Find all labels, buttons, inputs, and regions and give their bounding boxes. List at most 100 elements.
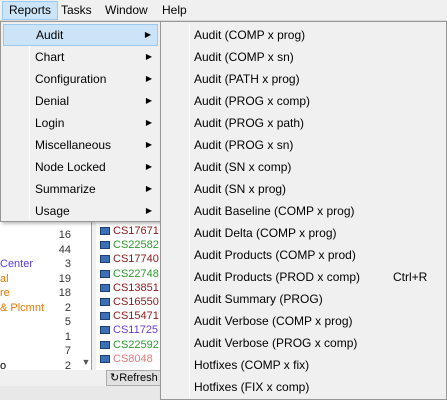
submenu-item[interactable]: Audit (PROG x comp) bbox=[163, 90, 444, 112]
tree-row-count: 19 bbox=[58, 272, 71, 285]
computer-icon bbox=[100, 241, 110, 250]
menu-item-audit[interactable]: Audit ▶ bbox=[3, 24, 158, 46]
submenu-item[interactable]: Audit (SN x prog) bbox=[163, 178, 444, 200]
menu-item-node-locked[interactable]: Node Locked ▶ bbox=[3, 156, 158, 178]
list-item[interactable]: CS22748 bbox=[100, 267, 159, 281]
tree-row-name: re bbox=[0, 287, 10, 299]
menu-item-login[interactable]: Login ▶ bbox=[3, 112, 158, 134]
computer-icon bbox=[100, 298, 110, 306]
tree-row[interactable]: o2 bbox=[0, 359, 92, 373]
refresh-button[interactable]: ↻Refresh bbox=[106, 370, 162, 386]
submenu-arrow-icon: ▶ bbox=[145, 162, 152, 171]
menubar-reports[interactable]: Reports bbox=[2, 1, 59, 20]
submenu-arrow-icon: ▶ bbox=[144, 30, 151, 39]
list-item-label: CS17671 bbox=[113, 225, 159, 237]
background-list-panel: CS17671 CS22582 CS17740 CS22748 CS13851 CS165… bbox=[96, 222, 162, 370]
submenu-item[interactable]: Audit Delta (COMP x prog) bbox=[163, 222, 444, 244]
submenu-item[interactable]: Audit (PROG x sn) bbox=[163, 134, 444, 156]
submenu-item[interactable]: Audit Verbose (PROG x comp) bbox=[163, 332, 444, 354]
tree-row[interactable]: re 18 bbox=[0, 286, 92, 300]
list-item[interactable]: CS13851 bbox=[100, 281, 159, 295]
tree-row-count: 44 bbox=[58, 243, 71, 256]
submenu-item-label: Audit (COMP x sn) bbox=[194, 50, 294, 64]
submenu-item[interactable]: Audit (SN x comp) bbox=[163, 156, 444, 178]
tree-row[interactable]: 44 bbox=[0, 243, 92, 257]
tree-row[interactable]: al 19 bbox=[0, 272, 92, 286]
tree-row[interactable]: 7 bbox=[0, 344, 92, 358]
menu-item-usage[interactable]: Usage ▶ bbox=[3, 200, 158, 222]
scroll-down-arrow-icon[interactable]: ▼ bbox=[80, 356, 92, 368]
menubar: Reports Tasks Window Help bbox=[0, 0, 447, 21]
submenu-item-label: Audit (SN x prog) bbox=[194, 182, 287, 196]
list-item[interactable]: CS17740 bbox=[100, 252, 159, 266]
menu-item-label: Denial bbox=[35, 94, 70, 108]
submenu-arrow-icon: ▶ bbox=[145, 74, 152, 83]
tree-row-count: 7 bbox=[64, 345, 71, 357]
tree-row[interactable]: Center 3 bbox=[0, 257, 92, 271]
list-item-label: CS22748 bbox=[113, 267, 159, 280]
tree-row[interactable]: 5 bbox=[0, 315, 92, 329]
list-item[interactable]: CS11725 bbox=[100, 323, 158, 337]
menu-item-summarize[interactable]: Summarize ▶ bbox=[3, 178, 158, 200]
submenu-item[interactable]: Audit (COMP x prog) bbox=[163, 24, 444, 46]
submenu-item-label: Audit (COMP x prog) bbox=[194, 28, 306, 42]
submenu-item-label: Audit Products (COMP x prod) bbox=[194, 248, 356, 262]
submenu-item-label: Hotfixes (FIX x comp) bbox=[194, 380, 310, 394]
tree-row[interactable]: & Plcmnt 2 bbox=[0, 301, 92, 315]
submenu-item[interactable]: Audit (PROG x path) bbox=[163, 112, 444, 134]
tree-row[interactable]: 16 bbox=[0, 228, 92, 242]
menubar-window[interactable]: Window bbox=[99, 1, 154, 20]
submenu-item[interactable]: Audit (COMP x sn) bbox=[163, 46, 444, 68]
computer-icon bbox=[100, 283, 110, 292]
list-item-label: CS8048 bbox=[113, 352, 153, 365]
submenu-item-label: Audit Verbose (COMP x prog) bbox=[194, 314, 353, 328]
tree-row-count: 2 bbox=[64, 359, 71, 372]
audit-submenu: Audit (COMP x prog) Audit (COMP x sn) Audi… bbox=[160, 21, 447, 400]
computer-icon bbox=[100, 255, 110, 264]
tree-row-name: o bbox=[0, 359, 7, 372]
menu-item-configuration[interactable]: Configuration ▶ bbox=[3, 68, 158, 90]
tree-row-name: Center bbox=[0, 258, 34, 270]
computer-icon bbox=[100, 354, 110, 363]
submenu-arrow-icon: ▶ bbox=[145, 118, 152, 127]
submenu-item[interactable]: Audit Baseline (COMP x prog) bbox=[163, 200, 444, 222]
menu-item-label: Miscellaneous bbox=[35, 138, 112, 152]
menu-item-label: Chart bbox=[35, 50, 65, 64]
tree-row-name: & Plcmnt bbox=[0, 301, 45, 314]
menu-item-label: Usage bbox=[35, 204, 70, 218]
submenu-arrow-icon: ▶ bbox=[145, 206, 152, 215]
submenu-item[interactable]: Hotfixes (COMP x fix) bbox=[163, 354, 444, 376]
submenu-item[interactable]: Audit Verbose (COMP x prog) bbox=[163, 310, 444, 332]
tree-row-count: 5 bbox=[64, 316, 71, 328]
menu-item-miscellaneous[interactable]: Miscellaneous ▶ bbox=[3, 134, 158, 156]
tree-row[interactable]: 1 bbox=[0, 330, 92, 344]
list-item[interactable]: CS16550 bbox=[100, 295, 159, 309]
menu-item-denial[interactable]: Denial ▶ bbox=[3, 90, 158, 112]
tree-row-count: 1 bbox=[64, 330, 71, 343]
keyboard-shortcut: Ctrl+R bbox=[393, 270, 428, 284]
submenu-item[interactable]: Hotfixes (FIX x comp) bbox=[163, 376, 444, 398]
tree-row-count: 16 bbox=[58, 229, 71, 241]
submenu-item[interactable]: Audit Products (PROD x comp) Ctrl+R bbox=[163, 266, 444, 288]
submenu-item-label: Audit Verbose (PROG x comp) bbox=[194, 336, 358, 350]
menu-item-chart[interactable]: Chart ▶ bbox=[3, 46, 158, 68]
submenu-item-label: Audit (PATH x prog) bbox=[194, 72, 300, 86]
background-tree-panel: 16 44 Center 3 al 19 re 18 & Plcmnt 2 5 1 7 o 2 bbox=[0, 222, 92, 373]
tree-row-count: 2 bbox=[64, 301, 71, 314]
menubar-tasks[interactable]: Tasks bbox=[55, 1, 98, 20]
list-item-label: CS17740 bbox=[113, 253, 159, 266]
list-item[interactable]: CS17671 bbox=[100, 224, 159, 238]
list-item[interactable]: CS22582 bbox=[100, 238, 159, 252]
refresh-icon: ↻ bbox=[110, 372, 120, 384]
menubar-help[interactable]: Help bbox=[156, 1, 193, 20]
menu-item-label: Summarize bbox=[35, 182, 96, 196]
submenu-arrow-icon: ▶ bbox=[145, 52, 152, 61]
submenu-item[interactable]: Audit Products (COMP x prod) bbox=[163, 244, 444, 266]
submenu-item[interactable]: Audit Summary (PROG) bbox=[163, 288, 444, 310]
submenu-arrow-icon: ▶ bbox=[145, 96, 152, 105]
submenu-item-label: Audit (PROG x sn) bbox=[194, 138, 294, 152]
list-item[interactable]: CS22592 bbox=[100, 338, 159, 352]
list-item[interactable]: CS8048 bbox=[100, 352, 153, 366]
list-item[interactable]: CS15471 bbox=[100, 309, 159, 323]
submenu-item[interactable]: Audit (PATH x prog) bbox=[163, 68, 444, 90]
